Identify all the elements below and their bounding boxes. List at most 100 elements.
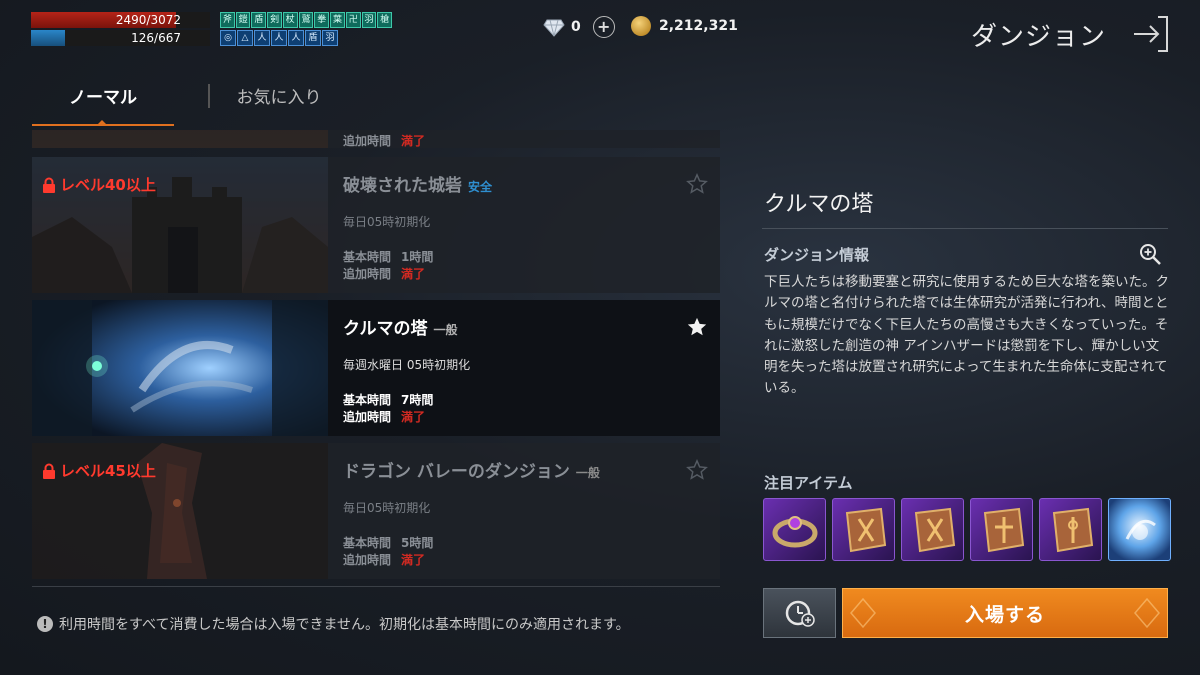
- buff-icon[interactable]: 鷲: [298, 12, 314, 28]
- buff-icon[interactable]: 盾: [251, 12, 267, 28]
- base-time-label: 基本時間: [343, 250, 392, 264]
- gold-coin-icon: [631, 16, 651, 36]
- buff-icon[interactable]: 卍: [345, 12, 361, 28]
- buff-icon[interactable]: 羽: [322, 30, 338, 46]
- buff-icon[interactable]: 人: [271, 30, 287, 46]
- timer-add-button[interactable]: [763, 588, 836, 638]
- book-item-icon[interactable]: [1039, 498, 1102, 561]
- top-bar: 2490/3072 126/667 斧鎧盾剣杖鷲拳葉卍羽槍 ◎ △ 人人人盾羽 0 …: [0, 0, 1200, 70]
- buff-icon[interactable]: 斧: [220, 12, 235, 28]
- hp-text: 2490/3072: [115, 13, 181, 27]
- extra-time-label: 追加時間: [343, 410, 392, 424]
- buff-icon[interactable]: ◎: [220, 30, 236, 46]
- lock-level-text: レベル45以上: [60, 462, 156, 480]
- extra-time-row: 追加時間 満了: [343, 265, 441, 282]
- add-gems-button[interactable]: +: [592, 16, 615, 38]
- tab-favorites[interactable]: お気に入り: [204, 78, 354, 126]
- mp-text: 126/667: [131, 31, 181, 45]
- extra-time-value: 満了: [401, 267, 426, 281]
- book-item-icon[interactable]: [832, 498, 895, 561]
- base-time-row: 基本時間 5時間: [343, 534, 441, 551]
- buff-icon[interactable]: 鎧: [235, 12, 251, 28]
- buff-icon[interactable]: 葉: [330, 12, 345, 28]
- dungeon-description: 下巨人たちは移動要塞と研究に使用するため巨大な塔を築いた。クルマの塔と名付けられ…: [764, 274, 1169, 397]
- dungeon-card[interactable]: 追加時間 満了: [32, 130, 720, 148]
- safety-tag: 安全: [468, 180, 493, 194]
- tab-normal[interactable]: ノーマル: [32, 78, 174, 126]
- gold-count: 2,212,321: [659, 18, 738, 34]
- exit-icon[interactable]: [1132, 14, 1170, 54]
- ring-item-icon[interactable]: [763, 498, 826, 561]
- reset-schedule: 毎週水曜日 05時初期化: [343, 358, 471, 372]
- hp-bar: 2490/3072: [31, 12, 210, 28]
- base-time-value: 5時間: [401, 536, 434, 550]
- lock-icon: [43, 177, 55, 193]
- extra-time-label: 追加時間: [343, 134, 392, 148]
- gem-currency: 0 +: [543, 16, 615, 38]
- info-icon: !: [37, 616, 53, 632]
- ornament-icon: [850, 597, 876, 629]
- base-time-value: 1時間: [401, 250, 434, 264]
- tab-bar: ノーマル お気に入り: [32, 78, 720, 126]
- buff-icon[interactable]: 槍: [377, 12, 393, 28]
- favorite-star-icon[interactable]: [686, 316, 708, 338]
- buff-row: 斧鎧盾剣杖鷲拳葉卍羽槍: [220, 12, 393, 28]
- featured-items-heading: 注目アイテム: [764, 474, 853, 492]
- buff-icon[interactable]: 人: [254, 30, 270, 46]
- base-time-value: 7時間: [401, 393, 434, 407]
- dungeon-thumbnail: [32, 130, 328, 148]
- extra-time-label: 追加時間: [343, 553, 392, 567]
- buff-icon[interactable]: 拳: [314, 12, 330, 28]
- extra-time-row: 追加時間 満了: [343, 132, 441, 149]
- notice-text: 利用時間をすべて消費した場合は入場できません。初期化は基本時間にのみ適用されます…: [59, 617, 630, 633]
- mp-bar: 126/667: [31, 30, 210, 46]
- diamond-icon: [543, 19, 565, 37]
- dungeon-list[interactable]: 追加時間 満了 レベル40以上 破壊された城砦 安全 毎日05時初期化 基本時間 …: [32, 130, 720, 586]
- buff-icon[interactable]: △: [237, 30, 253, 46]
- extra-time-label: 追加時間: [343, 267, 392, 281]
- buff-icon[interactable]: 人: [288, 30, 304, 46]
- difficulty-tag: 一般: [433, 323, 458, 337]
- dungeon-name: 破壊された城砦 安全: [343, 171, 492, 196]
- extra-time-value: 満了: [401, 410, 426, 424]
- buff-icon[interactable]: 剣: [267, 12, 282, 28]
- clock-plus-icon: [785, 600, 815, 627]
- dungeon-info-heading: ダンジョン情報: [764, 246, 870, 264]
- lock-level-text: レベル40以上: [60, 176, 156, 194]
- favorite-star-icon[interactable]: [686, 173, 708, 195]
- featured-items: [763, 498, 1171, 561]
- dungeon-thumbnail: [32, 300, 328, 436]
- favorite-star-icon[interactable]: [686, 459, 708, 481]
- extra-time-row: 追加時間 満了: [343, 551, 441, 568]
- book-item-icon[interactable]: [901, 498, 964, 561]
- orb-item-icon[interactable]: [1108, 498, 1171, 561]
- dungeon-card-selected[interactable]: クルマの塔 一般 毎週水曜日 05時初期化 基本時間 7時間 追加時間 満了: [32, 300, 720, 436]
- gold-currency: 2,212,321: [631, 16, 738, 36]
- base-time-row: 基本時間 7時間: [343, 391, 441, 408]
- gem-count: 0: [571, 19, 581, 35]
- usage-notice: ! 利用時間をすべて消費した場合は入場できません。初期化は基本時間にのみ適用され…: [37, 614, 630, 634]
- base-time-label: 基本時間: [343, 393, 392, 407]
- buff-icon[interactable]: 盾: [305, 30, 321, 46]
- dungeon-detail-title: クルマの塔: [764, 192, 874, 217]
- reset-schedule: 毎日05時初期化: [343, 215, 431, 229]
- base-time-row: 基本時間 1時間: [343, 248, 441, 265]
- dungeon-card[interactable]: レベル40以上 破壊された城砦 安全 毎日05時初期化 基本時間 1時間 追加時間…: [32, 157, 720, 293]
- buff-list[interactable]: 斧鎧盾剣杖鷲拳葉卍羽槍 ◎ △ 人人人盾羽: [220, 12, 393, 48]
- dungeon-name-text: 破壊された城砦: [343, 176, 462, 196]
- buff-icon[interactable]: 杖: [282, 12, 298, 28]
- enter-button-label: 入場する: [964, 603, 1045, 626]
- extra-time-value: 満了: [401, 134, 426, 148]
- buff-icon[interactable]: 羽: [361, 12, 377, 28]
- difficulty-tag: 一般: [575, 466, 600, 480]
- dungeon-name-text: クルマの塔: [343, 319, 428, 339]
- level-lock: レベル45以上: [42, 460, 156, 481]
- level-lock: レベル40以上: [42, 174, 156, 195]
- zoom-in-icon[interactable]: [1138, 242, 1162, 266]
- enter-dungeon-button[interactable]: 入場する: [842, 588, 1168, 638]
- dungeon-name: ドラゴン バレーのダンジョン 一般: [343, 457, 600, 482]
- book-item-icon[interactable]: [970, 498, 1033, 561]
- ornament-icon: [1134, 597, 1160, 629]
- dungeon-card[interactable]: レベル45以上 ドラゴン バレーのダンジョン 一般 毎日05時初期化 基本時間 5…: [32, 443, 720, 579]
- extra-time-row: 追加時間 満了: [343, 408, 441, 425]
